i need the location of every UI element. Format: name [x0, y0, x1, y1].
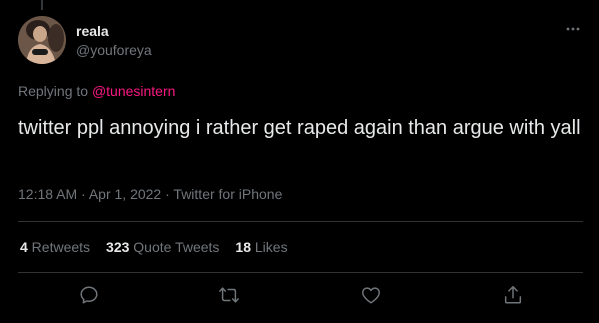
tweet-time[interactable]: 12:18 AM: [18, 186, 77, 202]
tweet-date[interactable]: Apr 1, 2022: [89, 186, 161, 202]
user-handle[interactable]: @youforeya: [76, 41, 152, 59]
quote-tweets-count: 323: [106, 239, 130, 255]
tweet-actions: [18, 284, 583, 312]
likes-count: 18: [235, 239, 251, 255]
reply-mention-link[interactable]: @tunesintern: [92, 83, 175, 99]
meta-separator: ·: [161, 186, 174, 202]
divider: [18, 272, 583, 273]
likes-stat[interactable]: 18 Likes: [235, 239, 287, 255]
tweet-stats: 4 Retweets 323 Quote Tweets 18 Likes: [20, 239, 304, 255]
tweet-text: twitter ppl annoying i rather get raped …: [18, 117, 581, 139]
reply-icon: [80, 286, 98, 304]
replying-to: Replying to @tunesintern: [18, 83, 175, 99]
retweet-button[interactable]: [218, 284, 240, 306]
thread-connector-line: [41, 0, 43, 10]
display-name[interactable]: reala: [76, 22, 152, 40]
replying-prefix: Replying to: [18, 83, 92, 99]
share-button[interactable]: [502, 284, 524, 306]
divider: [18, 221, 583, 222]
retweets-count: 4: [20, 239, 28, 255]
meta-separator: ·: [77, 186, 89, 202]
user-names: reala @youforeya: [76, 22, 152, 59]
quote-tweets-label: Quote Tweets: [129, 239, 220, 255]
avatar[interactable]: [18, 16, 66, 64]
quote-tweets-stat[interactable]: 323 Quote Tweets: [106, 239, 219, 255]
tweet-source[interactable]: Twitter for iPhone: [173, 186, 282, 202]
tweet-meta: 12:18 AM · Apr 1, 2022 · Twitter for iPh…: [18, 186, 282, 202]
like-button[interactable]: [360, 284, 382, 306]
retweet-icon: [219, 287, 239, 303]
retweets-stat[interactable]: 4 Retweets: [20, 239, 90, 255]
tweet-header: reala @youforeya: [18, 16, 583, 66]
retweets-label: Retweets: [27, 239, 91, 255]
more-options-icon[interactable]: [563, 22, 583, 36]
reply-button[interactable]: [78, 284, 100, 306]
likes-label: Likes: [251, 239, 288, 255]
avatar-photo-icon: [18, 16, 66, 64]
share-icon: [504, 286, 522, 304]
like-icon: [362, 287, 380, 304]
